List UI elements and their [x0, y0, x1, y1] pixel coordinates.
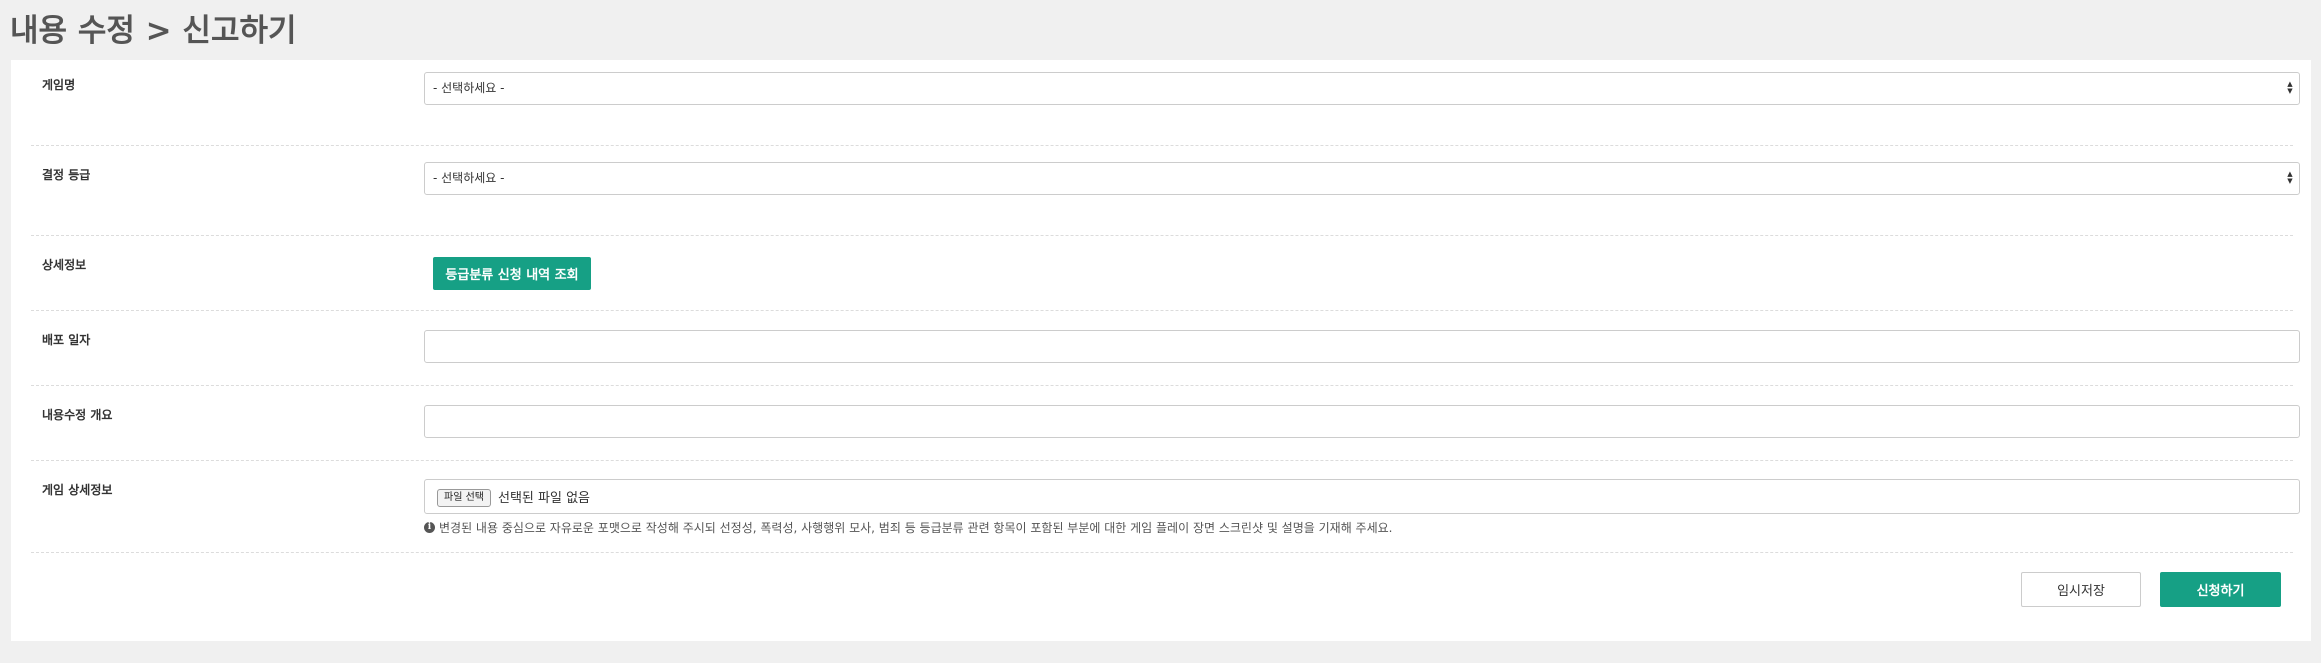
- decision-grade-select-value: - 선택하세요 -: [433, 171, 505, 185]
- temp-save-button[interactable]: 임시저장: [2021, 572, 2141, 607]
- select-arrows-icon: ▲ ▼: [2287, 170, 2293, 185]
- help-text: 변경된 내용 중심으로 자유로운 포맷으로 작성해 주시되 선정성, 폭력성, …: [439, 521, 1393, 535]
- row-game-details: 게임 상세정보 파일 선택 선택된 파일 없음 i 변경된 내용 중심으로 자유…: [31, 460, 2300, 553]
- row-summary: 내용수정 개요: [31, 385, 2300, 461]
- summary-input[interactable]: [424, 405, 2300, 438]
- row-distribution-date: 배포 일자: [31, 310, 2300, 386]
- file-status-text: 선택된 파일 없음: [498, 491, 590, 506]
- help-text-line: i 변경된 내용 중심으로 자유로운 포맷으로 작성해 주시되 선정성, 폭력성…: [424, 519, 1392, 536]
- file-upload-field[interactable]: 파일 선택 선택된 파일 없음: [424, 479, 2300, 514]
- form-panel: 게임명 - 선택하세요 - ▲ ▼ 결정 등급 - 선택하세요 - ▲ ▼ 상세정보…: [11, 60, 2311, 641]
- file-select-button[interactable]: 파일 선택: [437, 489, 491, 507]
- grade-history-button[interactable]: 등급분류 신청 내역 조회: [433, 257, 591, 290]
- row-details: 상세정보 등급분류 신청 내역 조회: [31, 235, 2293, 311]
- details-label: 상세정보: [42, 258, 87, 272]
- row-decision-grade: 결정 등급 - 선택하세요 - ▲ ▼: [31, 145, 2300, 236]
- distribution-date-label: 배포 일자: [42, 333, 91, 347]
- page-title: 내용 수정 > 신고하기: [10, 13, 297, 49]
- game-name-select[interactable]: - 선택하세요 - ▲ ▼: [424, 72, 2300, 105]
- submit-button[interactable]: 신청하기: [2160, 572, 2281, 607]
- game-name-label: 게임명: [42, 78, 76, 92]
- row-game-name: 게임명 - 선택하세요 - ▲ ▼: [31, 60, 2300, 146]
- distribution-date-input[interactable]: [424, 330, 2300, 363]
- decision-grade-label: 결정 등급: [42, 168, 91, 182]
- decision-grade-select[interactable]: - 선택하세요 - ▲ ▼: [424, 162, 2300, 195]
- info-circle-icon: i: [424, 522, 435, 533]
- game-details-label: 게임 상세정보: [42, 483, 113, 497]
- select-arrows-icon: ▲ ▼: [2287, 80, 2293, 95]
- game-name-select-value: - 선택하세요 -: [433, 81, 505, 95]
- summary-label: 내용수정 개요: [42, 408, 113, 422]
